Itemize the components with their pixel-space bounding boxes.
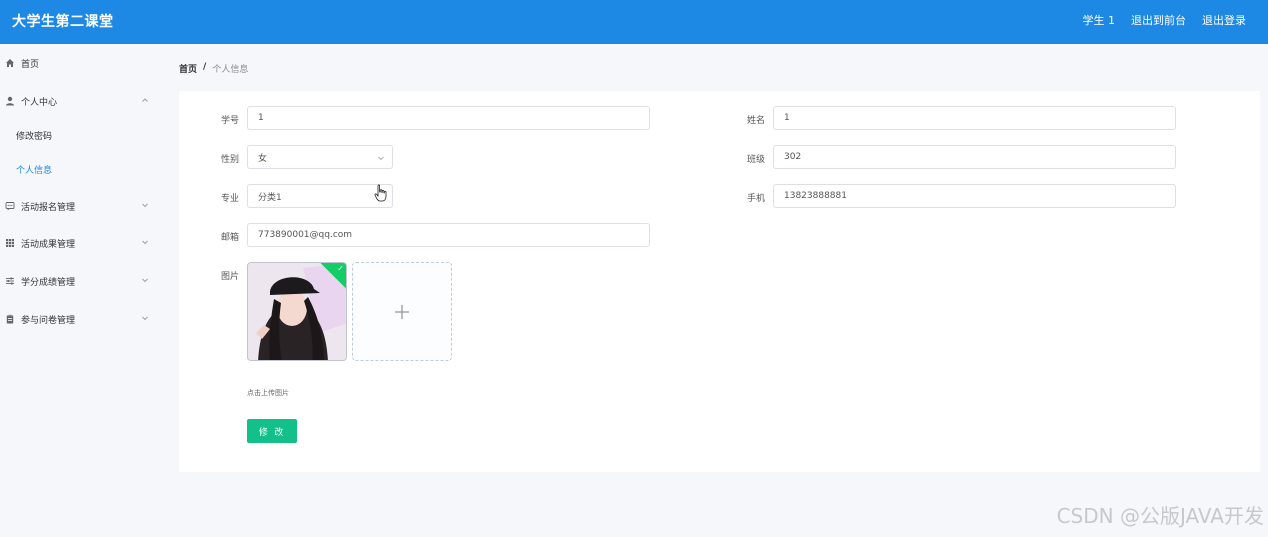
picture-label: 图片 xyxy=(220,272,239,282)
gender-select[interactable]: 女 xyxy=(247,145,393,169)
hand-cursor-icon xyxy=(374,184,387,202)
grid-icon xyxy=(5,238,15,248)
breadcrumb-separator: / xyxy=(203,62,207,72)
sidebar-item-label: 个人中心 xyxy=(21,97,58,108)
home-icon xyxy=(5,58,15,68)
clipboard-icon xyxy=(5,314,15,324)
email-label: 邮箱 xyxy=(220,233,239,243)
avatar-photo xyxy=(248,263,346,360)
email-field[interactable]: 773890001@qq.com xyxy=(247,223,650,247)
logout-link[interactable]: 退出登录 xyxy=(1202,12,1246,28)
chat-icon xyxy=(5,201,15,211)
sidebar-item-change-password[interactable]: 修改密码 xyxy=(0,121,163,149)
sidebar-item-personal-info[interactable]: 个人信息 xyxy=(0,155,163,183)
sidebar-item-credit-scores[interactable]: 学分成绩管理 xyxy=(0,267,163,295)
upload-tip: 点击上传图片 xyxy=(247,389,289,397)
name-field[interactable]: 1 xyxy=(773,106,1176,130)
student-id-value: 1 xyxy=(258,113,264,123)
chevron-down-icon xyxy=(141,314,149,322)
app-title: 大学生第二课堂 xyxy=(12,14,114,30)
csdn-watermark: CSDN @公版JAVA开发 xyxy=(1056,504,1264,528)
sidebar-item-label: 活动成果管理 xyxy=(21,239,76,250)
chevron-down-icon xyxy=(141,201,149,209)
chevron-down-icon xyxy=(141,238,149,246)
sidebar-item-home[interactable]: 首页 xyxy=(0,49,163,77)
gender-value: 女 xyxy=(258,153,268,164)
sidebar-item-label: 修改密码 xyxy=(16,131,53,142)
phone-value: 13823888881 xyxy=(784,191,847,201)
breadcrumb-current: 个人信息 xyxy=(212,65,249,75)
major-select[interactable]: 分类1 xyxy=(247,184,393,208)
phone-field[interactable]: 13823888881 xyxy=(773,184,1176,208)
check-icon: ✓ xyxy=(337,264,344,273)
class-value: 302 xyxy=(784,152,802,162)
class-label: 班级 xyxy=(746,155,765,165)
sidebar-item-activity-results[interactable]: 活动成果管理 xyxy=(0,229,163,257)
chevron-up-icon xyxy=(141,96,149,104)
class-field[interactable]: 302 xyxy=(773,145,1176,169)
sidebar-item-activity-signup[interactable]: 活动报名管理 xyxy=(0,192,163,220)
sidebar-item-label: 个人信息 xyxy=(16,165,53,176)
chevron-down-icon xyxy=(141,276,149,284)
sidebar-item-label: 参与问卷管理 xyxy=(21,315,76,326)
back-to-frontend-link[interactable]: 退出到前台 xyxy=(1131,12,1186,28)
breadcrumb-home[interactable]: 首页 xyxy=(179,62,197,75)
name-label: 姓名 xyxy=(746,116,765,126)
gender-label: 性别 xyxy=(220,155,239,165)
top-header: 大学生第二课堂 学生 1 退出到前台 退出登录 xyxy=(0,0,1268,44)
sidebar-item-survey[interactable]: 参与问卷管理 xyxy=(0,305,163,333)
breadcrumb: 首页 / 个人信息 xyxy=(179,62,248,75)
student-id-field[interactable]: 1 xyxy=(247,106,650,130)
student-id-label: 学号 xyxy=(220,116,239,126)
modify-button[interactable]: 修 改 xyxy=(247,419,297,443)
sidebar: 首页 个人中心 修改密码 个人信息 活动报名管理 活动成果管理 学分成绩管理 参… xyxy=(0,44,163,537)
plus-icon xyxy=(395,304,409,319)
phone-label: 手机 xyxy=(746,194,765,204)
sidebar-item-personal-center[interactable]: 个人中心 xyxy=(0,87,163,115)
major-label: 专业 xyxy=(220,194,239,204)
current-user-link[interactable]: 学生 1 xyxy=(1083,12,1116,28)
sidebar-item-label: 首页 xyxy=(21,59,40,70)
name-value: 1 xyxy=(784,113,790,123)
upload-add-button[interactable] xyxy=(352,262,452,361)
chevron-down-icon xyxy=(377,154,385,162)
top-nav: 学生 1 退出到前台 退出登录 xyxy=(1083,12,1247,28)
sidebar-item-label: 活动报名管理 xyxy=(21,202,76,213)
sidebar-item-label: 学分成绩管理 xyxy=(21,277,76,288)
email-value: 773890001@qq.com xyxy=(258,230,353,240)
major-value: 分类1 xyxy=(258,192,282,203)
sliders-icon xyxy=(5,276,15,286)
uploaded-picture-thumbnail[interactable]: ✓ xyxy=(247,262,347,361)
user-icon xyxy=(5,96,15,106)
